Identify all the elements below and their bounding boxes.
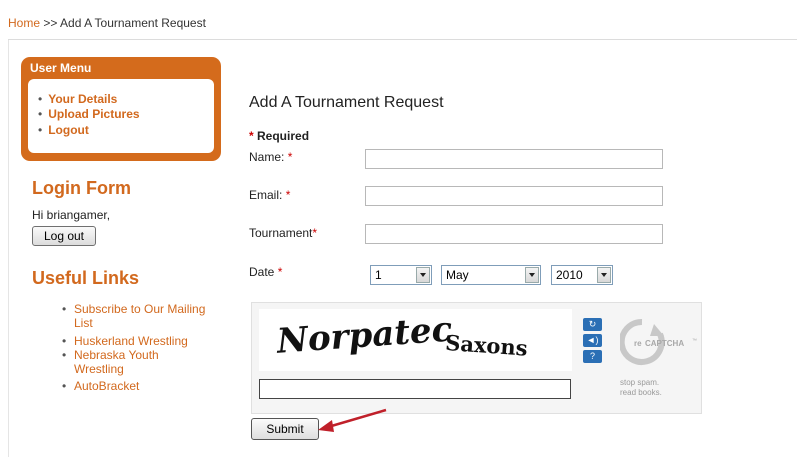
date-day-value: 1 xyxy=(375,268,382,282)
breadcrumb-home-link[interactable]: Home xyxy=(8,16,40,30)
tournament-label-text: Tournament xyxy=(249,226,313,240)
tournament-label: Tournament* xyxy=(249,226,317,240)
arrow-shaft xyxy=(327,408,387,429)
required-note-text: Required xyxy=(257,129,310,143)
required-star: * xyxy=(287,150,293,164)
link-text-line1: AutoBracket xyxy=(74,379,140,393)
user-menu-item-label: Your Details xyxy=(48,92,118,106)
link-autobracket[interactable]: • AutoBracket xyxy=(62,379,222,393)
required-star: * xyxy=(277,265,283,279)
recaptcha-logo-text: CAPTCHA xyxy=(645,339,684,348)
chevron-down-icon[interactable] xyxy=(525,267,539,283)
user-menu-item-upload-pictures[interactable]: • Upload Pictures xyxy=(38,107,140,122)
useful-links-heading: Useful Links xyxy=(32,268,140,288)
chevron-down-icon[interactable] xyxy=(416,267,430,283)
required-note: * Required xyxy=(249,129,309,143)
link-text-line2: List xyxy=(74,316,93,330)
tournament-input[interactable] xyxy=(365,224,663,244)
log-out-button[interactable]: Log out xyxy=(32,226,96,246)
user-menu-item-your-details[interactable]: • Your Details xyxy=(38,92,117,107)
required-star: * xyxy=(249,129,254,143)
bullet-icon: • xyxy=(38,92,43,106)
date-label: Date * xyxy=(249,265,282,279)
recaptcha-tagline-line1: stop spam. xyxy=(620,378,660,387)
breadcrumb-current: Add A Tournament Request xyxy=(60,16,206,30)
captcha-word-1: Norpatec xyxy=(275,310,454,362)
link-text-line2: Wrestling xyxy=(74,362,124,376)
recaptcha-tagline: stop spam. read books. xyxy=(620,378,690,398)
page-title: Add A Tournament Request xyxy=(249,94,444,111)
date-year-select[interactable]: 2010 xyxy=(551,265,613,285)
refresh-icon[interactable]: ↻ xyxy=(583,318,602,331)
user-menu-item-label: Logout xyxy=(48,123,89,137)
date-label-text: Date xyxy=(249,265,275,279)
breadcrumb: Home >> Add A Tournament Request xyxy=(8,16,206,30)
arrow-head xyxy=(318,420,334,432)
date-month-value: May xyxy=(446,268,469,282)
captcha-word-2: Saxons xyxy=(444,330,528,361)
submit-button[interactable]: Submit xyxy=(251,418,319,440)
bullet-icon: • xyxy=(38,107,43,121)
bullet-icon: • xyxy=(62,334,67,348)
required-star: * xyxy=(285,188,291,202)
link-text-line1: Subscribe to Our Mailing xyxy=(74,302,206,316)
recaptcha-logo-prefix: re xyxy=(634,339,642,348)
link-huskerland-wrestling[interactable]: • Huskerland Wrestling xyxy=(62,334,222,348)
date-month-select[interactable]: May xyxy=(441,265,541,285)
captcha-response-input[interactable] xyxy=(259,379,571,399)
email-label: Email: * xyxy=(249,188,290,202)
required-star: * xyxy=(312,226,318,240)
user-menu-title: User Menu xyxy=(30,61,92,75)
red-arrow-icon xyxy=(318,408,387,432)
user-menu-item-label: Upload Pictures xyxy=(48,107,140,121)
login-form-heading: Login Form xyxy=(32,178,131,198)
bullet-icon: • xyxy=(62,348,67,362)
user-menu-item-logout[interactable]: • Logout xyxy=(38,123,89,138)
audio-icon[interactable]: ◄) xyxy=(583,334,602,347)
email-input[interactable] xyxy=(365,186,663,206)
link-nebraska-youth-wrestling[interactable]: • Nebraska Youth Wrestling xyxy=(62,348,222,376)
recaptcha-tagline-line2: read books. xyxy=(620,388,662,397)
date-year-value: 2010 xyxy=(556,268,583,282)
recaptcha-logo: re CAPTCHA ™ xyxy=(620,318,697,365)
content-left-border xyxy=(8,40,9,457)
breadcrumb-separator: >> xyxy=(43,16,58,30)
recaptcha-arrow-icon xyxy=(650,324,664,336)
bullet-icon: • xyxy=(62,379,67,393)
name-label-text: Name: xyxy=(249,150,285,164)
link-text-line1: Huskerland Wrestling xyxy=(74,334,188,348)
chevron-down-icon[interactable] xyxy=(597,267,611,283)
recaptcha-trademark: ™ xyxy=(692,338,697,344)
link-text-line1: Nebraska Youth xyxy=(74,348,159,362)
breadcrumb-divider xyxy=(8,39,797,40)
name-label: Name: * xyxy=(249,150,292,164)
name-input[interactable] xyxy=(365,149,663,169)
user-greeting: Hi briangamer, xyxy=(32,208,111,222)
bullet-icon: • xyxy=(38,123,43,137)
captcha-image: Norpatec Saxons xyxy=(259,309,572,371)
help-icon[interactable]: ? xyxy=(583,350,602,363)
email-label-text: Email: xyxy=(249,188,283,202)
link-subscribe-mailing-list[interactable]: • Subscribe to Our Mailing List xyxy=(62,302,222,330)
bullet-icon: • xyxy=(62,302,67,316)
date-day-select[interactable]: 1 xyxy=(370,265,432,285)
